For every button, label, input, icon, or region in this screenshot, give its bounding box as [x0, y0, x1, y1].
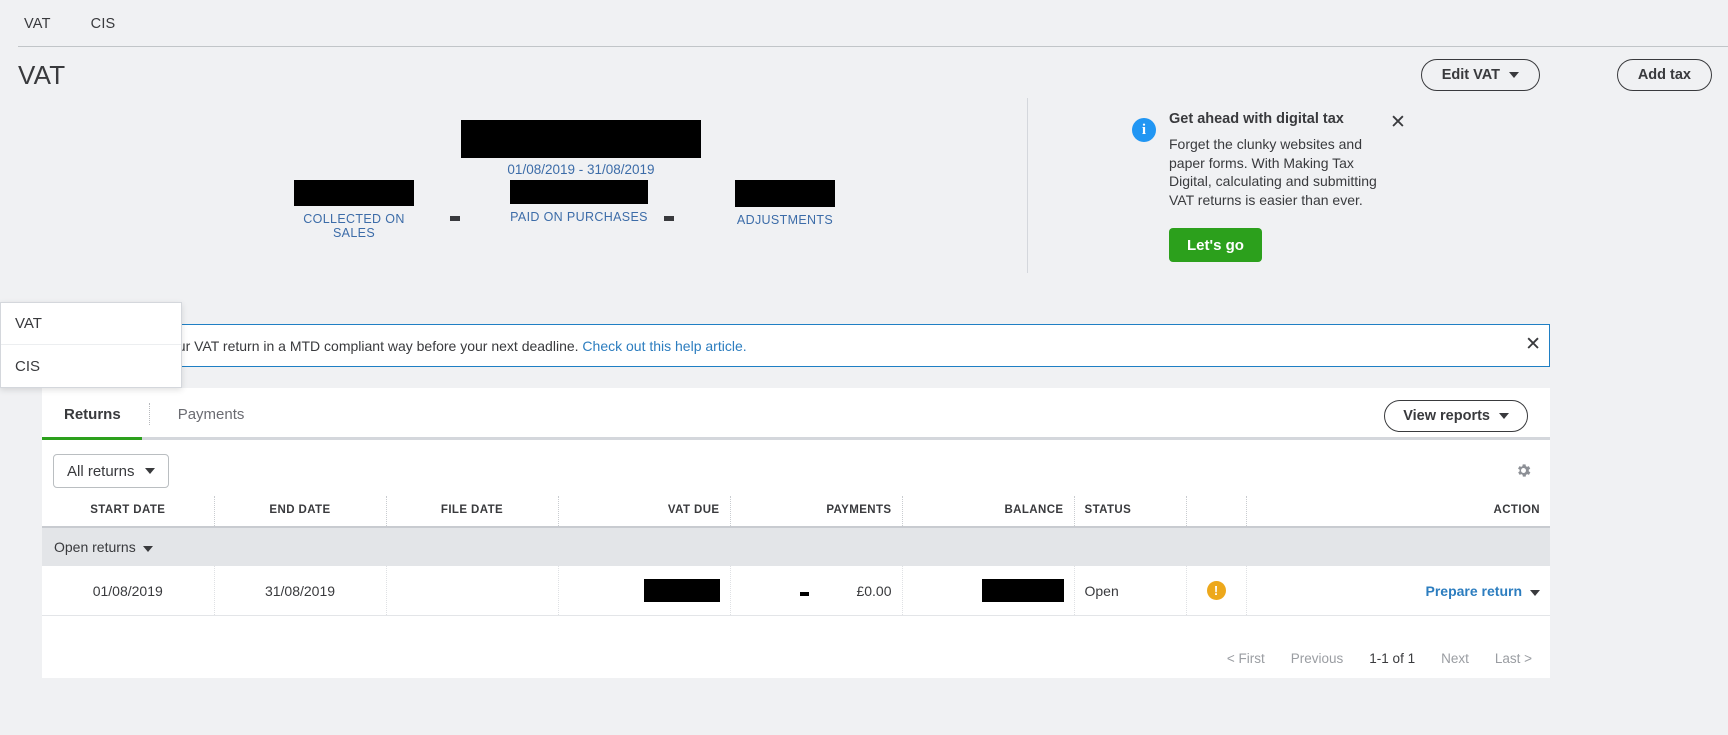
balance-redacted [981, 579, 1064, 602]
edit-vat-label: Edit VAT [1441, 67, 1500, 83]
cell-warning[interactable]: ! [1186, 566, 1247, 616]
minus-sign-1 [450, 216, 460, 221]
vat-due-redacted [643, 579, 720, 602]
payments-minus-sign [799, 591, 809, 596]
stat-adjustments: ADJUSTMENTS [735, 180, 835, 227]
summary-vertical-divider [1027, 98, 1028, 273]
all-returns-label: All returns [67, 462, 135, 480]
edit-vat-button[interactable]: Edit VAT [1420, 59, 1540, 91]
period-link[interactable]: 01/08/2019 - 31/08/2019 [461, 162, 701, 177]
vat-page: VAT CIS VAT Edit VAT Add tax 01/08/2019 … [0, 0, 1728, 735]
column-payments[interactable]: PAYMENTS [730, 496, 903, 527]
topnav-item-vat[interactable]: VAT [22, 12, 53, 36]
total-amount-redacted [461, 120, 701, 158]
adjustments-label: ADJUSTMENTS [736, 213, 834, 227]
cell-balance [902, 566, 1075, 616]
payments-value: £0.00 [856, 582, 892, 599]
nav-dropdown-menu: VAT CIS [0, 302, 182, 388]
collected-on-sales-redacted [294, 180, 414, 206]
chevron-down-icon [1499, 413, 1509, 419]
minus-sign-2 [664, 216, 674, 221]
table-header-row: START DATE END DATE FILE DATE VAT DUE PA… [42, 496, 1550, 527]
group-row-open-returns[interactable]: Open returns [42, 526, 1550, 566]
pagination-last[interactable]: Last > [1495, 651, 1532, 666]
mtd-banner: your VAT return in a MTD compliant way b… [42, 324, 1550, 367]
pagination-range: 1-1 of 1 [1369, 651, 1416, 666]
chevron-down-icon[interactable] [142, 546, 153, 552]
vat-summary-panel: 01/08/2019 - 31/08/2019 COLLECTED ON SAL… [0, 98, 1728, 303]
gear-icon[interactable] [1515, 462, 1532, 482]
cell-payments: £0.00 [730, 566, 903, 616]
column-warning [1186, 496, 1247, 527]
info-icon: i [1132, 118, 1156, 142]
paid-on-purchases-redacted [510, 180, 648, 204]
cell-action[interactable]: Prepare return [1246, 566, 1550, 616]
tab-payments[interactable]: Payments [178, 406, 273, 423]
tab-separator [148, 403, 150, 425]
chevron-down-icon[interactable] [1530, 589, 1540, 596]
group-label: Open returns [54, 539, 136, 555]
info-card-title: Get ahead with digital tax [1169, 111, 1344, 127]
column-vat-due[interactable]: VAT DUE [558, 496, 731, 527]
mtd-banner-link[interactable]: Check out this help article. [582, 338, 746, 354]
paid-on-purchases-label: PAID ON PURCHASES [510, 210, 648, 224]
adjustments-redacted [735, 180, 835, 207]
mtd-banner-close-icon[interactable]: ✕ [1525, 335, 1541, 354]
column-end-date[interactable]: END DATE [214, 496, 387, 527]
view-reports-label: View reports [1403, 408, 1490, 424]
lets-go-button[interactable]: Let's go [1169, 228, 1262, 262]
top-navigation: VAT CIS [0, 0, 1728, 47]
stat-collected-on-sales: COLLECTED ON SALES [288, 180, 420, 240]
pagination-first[interactable]: < First [1227, 651, 1265, 666]
add-tax-button[interactable]: Add tax [1616, 59, 1712, 91]
info-card-close-icon[interactable]: ✕ [1390, 113, 1406, 132]
all-returns-filter[interactable]: All returns [53, 454, 169, 488]
topnav-item-cis[interactable]: CIS [89, 12, 118, 36]
pagination-next[interactable]: Next [1441, 651, 1469, 666]
group-row-cell[interactable]: Open returns [42, 526, 1550, 566]
dropdown-item-cis[interactable]: CIS [1, 345, 181, 387]
view-reports-button[interactable]: View reports [1384, 400, 1528, 432]
topnav-divider [18, 46, 1728, 47]
stat-paid-on-purchases: PAID ON PURCHASES [509, 180, 649, 224]
column-balance[interactable]: BALANCE [902, 496, 1075, 527]
pagination: < First Previous 1-1 of 1 Next Last > [1227, 651, 1532, 666]
returns-table: START DATE END DATE FILE DATE VAT DUE PA… [42, 496, 1550, 616]
pagination-previous[interactable]: Previous [1291, 651, 1344, 666]
column-action: ACTION [1493, 504, 1540, 516]
add-tax-label: Add tax [1637, 67, 1691, 83]
returns-panel: Returns Payments View reports All return… [42, 388, 1550, 678]
chevron-down-icon [1509, 72, 1519, 78]
page-header: VAT Edit VAT Add tax [0, 52, 1728, 102]
column-status[interactable]: STATUS [1074, 496, 1187, 527]
table-row[interactable]: 01/08/2019 31/08/2019 £0.00 Open ! Prepa… [42, 566, 1550, 616]
collected-on-sales-label: COLLECTED ON SALES [303, 212, 405, 240]
cell-end-date: 31/08/2019 [214, 566, 387, 616]
mtd-banner-message: your VAT return in a MTD compliant way b… [163, 337, 583, 354]
column-start-date[interactable]: START DATE [42, 496, 215, 527]
page-title: VAT [18, 60, 66, 90]
tab-returns[interactable]: Returns [64, 406, 149, 423]
cell-file-date [386, 566, 559, 616]
column-file-date[interactable]: FILE DATE [386, 496, 559, 527]
panel-tabs: Returns Payments View reports [42, 388, 1550, 440]
dropdown-item-vat[interactable]: VAT [1, 303, 181, 345]
cell-vat-due [558, 566, 731, 616]
warning-icon[interactable]: ! [1206, 581, 1226, 600]
info-card-body: Forget the clunky websites and paper for… [1169, 136, 1377, 208]
filter-row: All returns [42, 440, 1550, 496]
chevron-down-icon [144, 468, 155, 474]
prepare-return-link[interactable]: Prepare return [1426, 583, 1522, 599]
mtd-banner-text: your VAT return in a MTD compliant way b… [163, 338, 747, 354]
cell-start-date: 01/08/2019 [42, 566, 215, 616]
cell-status: Open [1074, 566, 1187, 616]
